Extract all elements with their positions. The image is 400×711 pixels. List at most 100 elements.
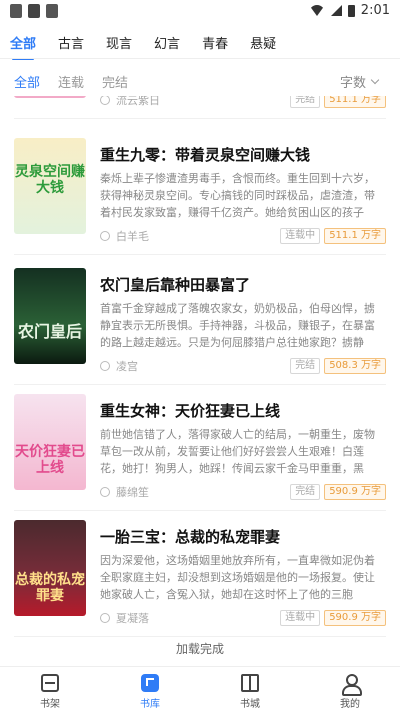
book-row[interactable]: 天价狂妻已上线 重生女神：天价狂妻已上线 前世她信错了人，落得家破人亡的结局，一… (0, 386, 400, 511)
cover-text: 灵泉空间赚大钱 (15, 164, 85, 196)
word-count-badge: 590.9 万字 (324, 610, 386, 626)
book-meta: 白羊毛 连载中 511.1 万字 (100, 228, 386, 244)
filter-all[interactable]: 全部 (14, 72, 40, 91)
clock: 2:01 (360, 3, 390, 18)
book-list[interactable]: 流云紫日 完结 511.1 万字 灵泉空间赚大钱 重生九零：带着灵泉空间赚大钱 … (0, 96, 400, 666)
book-row[interactable]: 灵泉空间赚大钱 重生九零：带着灵泉空间赚大钱 秦烁上辈子惨遭渣男毒手，含恨而终。… (0, 130, 400, 255)
status-bar: 2:01 (0, 0, 400, 24)
nav-bookstore[interactable]: 书城 (200, 667, 300, 711)
nav-label: 书库 (140, 699, 160, 710)
row-divider (14, 636, 386, 637)
book-description: 因为深爱他，这场婚姻里她放弃所有，一直卑微如泥伪着全职家庭主妇，却没想到这场婚姻… (100, 554, 375, 601)
wifi-icon (308, 5, 325, 16)
author-name: 凌宫 (116, 360, 138, 373)
category-tabs: 全部 古言 现言 幻言 青春 悬疑 (0, 26, 400, 60)
book-tags: 完结 511.1 万字 (290, 96, 386, 108)
tab-fantasy[interactable]: 幻言 (154, 33, 180, 52)
notification-icon (28, 4, 40, 18)
book-title: 重生九零：带着灵泉空间赚大钱 (100, 146, 311, 164)
tabs-divider (0, 58, 400, 59)
book-row[interactable]: 总裁的私宠罪妻 一胎三宝：总裁的私宠罪妻 因为深爱他，这场婚姻里她放弃所有，一直… (0, 512, 400, 637)
word-count-badge: 511.1 万字 (324, 228, 386, 244)
book-icon (241, 674, 259, 692)
book-description: 秦烁上辈子惨遭渣男毒手，含恨而终。重生回到十六岁，获得神秘灵泉空间。专心搞钱的同… (100, 172, 375, 219)
book-meta: 流云紫日 完结 511.1 万字 (100, 96, 386, 108)
author-name: 白羊毛 (116, 230, 149, 243)
book-tags: 连载中 511.1 万字 (280, 228, 386, 244)
nav-library[interactable]: 书库 (100, 667, 200, 711)
filter-ongoing[interactable]: 连载 (58, 72, 84, 91)
book-title: 重生女神：天价狂妻已上线 (100, 402, 281, 420)
book-tags: 连载中 590.9 万字 (280, 610, 386, 626)
book-tags: 完结 508.3 万字 (290, 358, 386, 374)
book-author: 流云紫日 (100, 96, 160, 108)
load-complete-text: 加载完成 (175, 642, 224, 656)
book-author: 凌宫 (100, 358, 138, 374)
row-divider (14, 384, 386, 385)
book-author: 白羊毛 (100, 228, 149, 244)
person-icon (100, 96, 110, 105)
book-description: 前世她信错了人，落得家破人亡的结局，一朝重生，废物草包一改从前，发誓要让他们好好… (100, 428, 375, 475)
book-title: 一胎三宝：总裁的私宠罪妻 (100, 528, 281, 546)
notification-icon (10, 4, 22, 18)
book-description: 首富千金穿越成了落魄农家女，奶奶极品，伯母凶悍，掳静宜表示无所畏惧。手持神器，斗… (100, 302, 375, 349)
tab-all[interactable]: 全部 (10, 33, 36, 60)
author-name: 流云紫日 (116, 96, 160, 107)
tab-mystery[interactable]: 悬疑 (250, 33, 276, 52)
book-meta: 夏凝落 连载中 590.9 万字 (100, 610, 386, 626)
nav-label: 书架 (40, 699, 60, 710)
filter-bar: 全部 连载 完结 字数 (0, 66, 400, 94)
nav-profile[interactable]: 我的 (300, 667, 400, 711)
signal-icon (330, 5, 342, 16)
book-meta: 藤绵笙 完结 590.9 万字 (100, 484, 386, 500)
person-icon (100, 487, 110, 497)
sort-label: 字数 (339, 76, 366, 91)
book-cover: 灵泉空间赚大钱 (14, 138, 86, 234)
status-badge: 完结 (290, 484, 321, 500)
status-filters: 全部 连载 完结 (14, 72, 128, 91)
bottom-nav: 书架 书库 书城 我的 (0, 666, 400, 711)
tab-youth[interactable]: 青春 (202, 33, 228, 52)
tab-modern[interactable]: 现言 (106, 33, 132, 52)
battery-icon (347, 4, 355, 17)
library-icon (141, 674, 159, 692)
book-meta: 凌宫 完结 508.3 万字 (100, 358, 386, 374)
book-cover: 总裁的私宠罪妻 (14, 520, 86, 616)
cover-text: 总裁的私宠罪妻 (15, 572, 85, 604)
book-row[interactable]: 流云紫日 完结 511.1 万字 (0, 96, 400, 119)
author-name: 夏凝落 (116, 612, 149, 625)
notification-icons (10, 4, 58, 18)
status-badge: 完结 (290, 358, 321, 374)
book-author: 藤绵笙 (100, 484, 149, 500)
author-name: 藤绵笙 (116, 486, 149, 499)
bookshelf-icon (41, 674, 59, 692)
sort-dropdown[interactable]: 字数 (339, 72, 380, 91)
filter-completed[interactable]: 完结 (102, 72, 128, 91)
nav-label: 书城 (240, 699, 260, 710)
cover-text: 农门皇后 (17, 322, 82, 341)
person-icon (100, 613, 110, 623)
book-cover (14, 96, 86, 98)
status-badge: 连载中 (280, 228, 321, 244)
row-divider (14, 510, 386, 511)
book-title: 农门皇后靠种田暴富了 (100, 276, 251, 294)
status-badge: 连载中 (280, 610, 321, 626)
book-cover: 农门皇后 (14, 268, 86, 364)
word-count-badge: 511.1 万字 (324, 96, 386, 108)
person-icon (100, 361, 110, 371)
book-row[interactable]: 农门皇后 农门皇后靠种田暴富了 首富千金穿越成了落魄农家女，奶奶极品，伯母凶悍，… (0, 260, 400, 385)
status-badge: 完结 (290, 96, 321, 108)
cover-text: 天价狂妻已上线 (15, 444, 85, 476)
nav-bookshelf[interactable]: 书架 (0, 667, 100, 711)
book-cover: 天价狂妻已上线 (14, 394, 86, 490)
book-author: 夏凝落 (100, 610, 149, 626)
word-count-badge: 508.3 万字 (324, 358, 386, 374)
row-divider (14, 254, 386, 255)
person-icon (100, 231, 110, 241)
row-divider (14, 118, 386, 119)
tab-ancient[interactable]: 古言 (58, 33, 84, 52)
nav-label: 我的 (340, 699, 360, 710)
chevron-down-icon (370, 75, 380, 85)
profile-icon (341, 674, 362, 696)
notification-icon (46, 4, 58, 18)
